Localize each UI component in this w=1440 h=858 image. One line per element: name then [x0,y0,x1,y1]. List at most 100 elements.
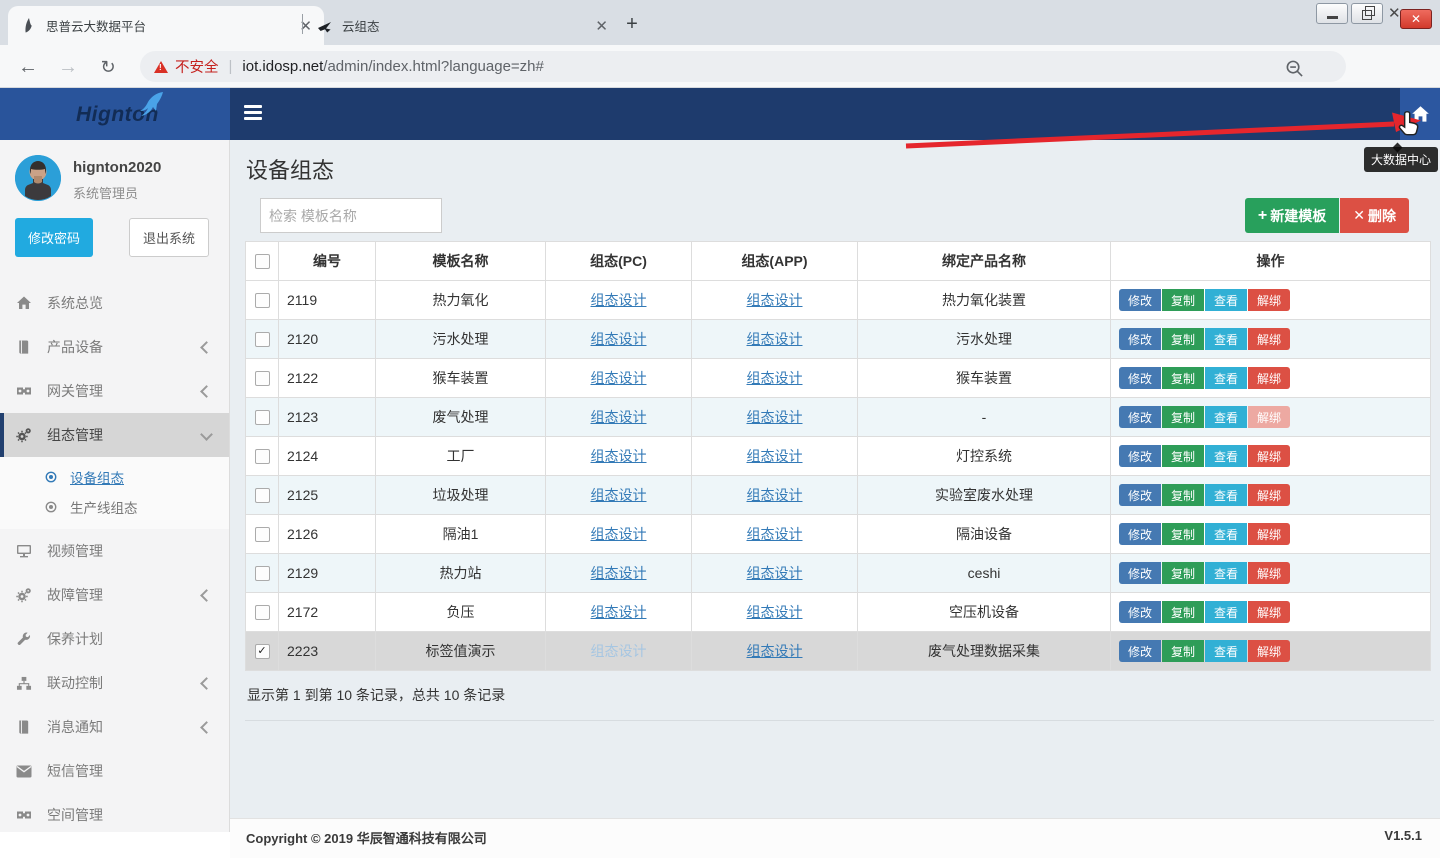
logout-button[interactable]: 退出系统 [129,218,209,257]
row-checkbox[interactable] [255,566,270,581]
pc-design-link[interactable]: 组态设计 [591,526,647,542]
modify-button[interactable]: 修改 [1119,484,1161,506]
table-row[interactable]: 2122猴车装置组态设计组态设计猴车装置修改复制查看解绑 [246,359,1431,398]
copy-button[interactable]: 复制 [1162,406,1204,428]
copy-button[interactable]: 复制 [1162,328,1204,350]
change-password-button[interactable]: 修改密码 [15,218,93,257]
row-checkbox[interactable] [255,332,270,347]
select-all-checkbox[interactable] [255,254,270,269]
brand-logo[interactable]: Hignton [0,88,230,140]
app-design-link[interactable]: 组态设计 [747,604,803,620]
pc-design-link[interactable]: 组态设计 [591,448,647,464]
forward-icon[interactable]: → [54,53,82,81]
pc-design-link[interactable]: 组态设计 [591,370,647,386]
view-button[interactable]: 查看 [1205,484,1247,506]
modify-button[interactable]: 修改 [1119,289,1161,311]
close-button[interactable]: ✕ [1400,9,1432,29]
app-design-link[interactable]: 组态设计 [747,292,803,308]
sidebar-item[interactable]: 短信管理 [0,749,229,793]
minimize-button[interactable] [1316,3,1348,24]
zoom-out-icon[interactable] [1280,54,1308,82]
row-checkbox[interactable] [255,488,270,503]
row-checkbox[interactable] [255,605,270,620]
modify-button[interactable]: 修改 [1119,367,1161,389]
modify-button[interactable]: 修改 [1119,445,1161,467]
copy-button[interactable]: 复制 [1162,289,1204,311]
view-button[interactable]: 查看 [1205,406,1247,428]
restore-button[interactable] [1351,3,1383,24]
user-avatar[interactable] [15,155,61,201]
new-template-button[interactable]: +新建模板 [1245,198,1339,233]
modify-button[interactable]: 修改 [1119,523,1161,545]
sidebar-item[interactable]: 视频管理 [0,529,229,573]
view-button[interactable]: 查看 [1205,328,1247,350]
pc-design-link[interactable]: 组态设计 [591,331,647,347]
table-row[interactable]: ✓2223标签值演示组态设计组态设计废气处理数据采集修改复制查看解绑 [246,632,1431,671]
sidebar-item[interactable]: 故障管理 [0,573,229,617]
row-checkbox[interactable] [255,293,270,308]
delete-button[interactable]: ✕删除 [1340,198,1409,233]
view-button[interactable]: 查看 [1205,640,1247,662]
pc-design-link[interactable]: 组态设计 [591,565,647,581]
table-row[interactable]: 2172负压组态设计组态设计空压机设备修改复制查看解绑 [246,593,1431,632]
unbind-button[interactable]: 解绑 [1248,562,1290,584]
pc-design-link[interactable]: 组态设计 [591,487,647,503]
row-checkbox[interactable]: ✓ [255,644,270,659]
copy-button[interactable]: 复制 [1162,601,1204,623]
modify-button[interactable]: 修改 [1119,406,1161,428]
back-icon[interactable]: ← [14,53,42,81]
pc-design-link[interactable]: 组态设计 [591,643,647,659]
copy-button[interactable]: 复制 [1162,562,1204,584]
browser-tab[interactable]: 思普云大数据平台✕ [8,6,324,45]
new-tab-button[interactable]: + [618,10,646,38]
app-design-link[interactable]: 组态设计 [747,409,803,425]
table-row[interactable]: 2124工厂组态设计组态设计灯控系统修改复制查看解绑 [246,437,1431,476]
browser-tab[interactable]: 云组态✕ [304,6,620,45]
copy-button[interactable]: 复制 [1162,445,1204,467]
view-button[interactable]: 查看 [1205,367,1247,389]
view-button[interactable]: 查看 [1205,445,1247,467]
modify-button[interactable]: 修改 [1119,562,1161,584]
app-design-link[interactable]: 组态设计 [747,331,803,347]
unbind-button[interactable]: 解绑 [1248,484,1290,506]
sidebar-item[interactable]: 保养计划 [0,617,229,661]
app-design-link[interactable]: 组态设计 [747,643,803,659]
table-row[interactable]: 2119热力氧化组态设计组态设计热力氧化装置修改复制查看解绑 [246,281,1431,320]
table-row[interactable]: 2123废气处理组态设计组态设计-修改复制查看解绑 [246,398,1431,437]
copy-button[interactable]: 复制 [1162,523,1204,545]
copy-button[interactable]: 复制 [1162,484,1204,506]
unbind-button[interactable]: 解绑 [1248,289,1290,311]
app-design-link[interactable]: 组态设计 [747,487,803,503]
sidebar-item[interactable]: 组态管理 [0,413,229,457]
url-bar[interactable]: 不安全 | iot.idosp.net/admin/index.html?lan… [140,51,1346,82]
copy-button[interactable]: 复制 [1162,367,1204,389]
pc-design-link[interactable]: 组态设计 [591,604,647,620]
row-checkbox[interactable] [255,449,270,464]
row-checkbox[interactable] [255,371,270,386]
unbind-button[interactable]: 解绑 [1248,445,1290,467]
table-row[interactable]: 2125垃圾处理组态设计组态设计实验室废水处理修改复制查看解绑 [246,476,1431,515]
sidebar-subitem[interactable]: 生产线组态 [0,492,229,522]
pc-design-link[interactable]: 组态设计 [591,292,647,308]
sidebar-item[interactable]: 网关管理 [0,369,229,413]
table-row[interactable]: 2120污水处理组态设计组态设计污水处理修改复制查看解绑 [246,320,1431,359]
view-button[interactable]: 查看 [1205,523,1247,545]
app-design-link[interactable]: 组态设计 [747,448,803,464]
unbind-button[interactable]: 解绑 [1248,367,1290,389]
modify-button[interactable]: 修改 [1119,328,1161,350]
sidebar-item[interactable]: 产品设备 [0,325,229,369]
app-design-link[interactable]: 组态设计 [747,526,803,542]
copy-button[interactable]: 复制 [1162,640,1204,662]
hamburger-icon[interactable] [244,105,264,123]
row-checkbox[interactable] [255,527,270,542]
modify-button[interactable]: 修改 [1119,640,1161,662]
table-row[interactable]: 2126隔油1组态设计组态设计隔油设备修改复制查看解绑 [246,515,1431,554]
table-row[interactable]: 2129热力站组态设计组态设计ceshi修改复制查看解绑 [246,554,1431,593]
view-button[interactable]: 查看 [1205,289,1247,311]
view-button[interactable]: 查看 [1205,601,1247,623]
pc-design-link[interactable]: 组态设计 [591,409,647,425]
sidebar-item[interactable]: 消息通知 [0,705,229,749]
search-input[interactable] [260,198,442,233]
unbind-button[interactable]: 解绑 [1248,406,1290,428]
tab-close-icon[interactable]: ✕ [595,17,608,35]
